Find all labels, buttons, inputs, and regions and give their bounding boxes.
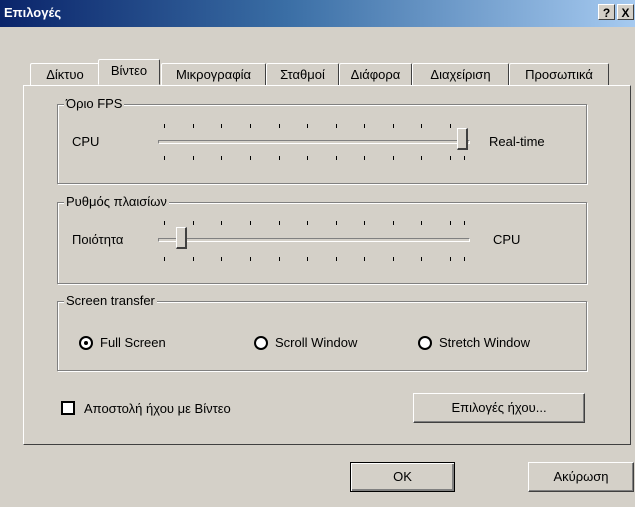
send-audio-label[interactable]: Αποστολή ήχου με Βίντεο [84, 401, 231, 417]
audio-options-button[interactable]: Επιλογές ήχου... [413, 393, 585, 423]
radio-stretch-window-button[interactable] [418, 336, 432, 350]
frame-rate-right-label: CPU [493, 232, 521, 247]
title-bar[interactable]: Επιλογές ? X [0, 0, 635, 27]
radio-full-screen-label[interactable]: Full Screen [100, 335, 166, 351]
fps-left-label: CPU [72, 134, 100, 149]
fps-right-label: Real-time [489, 134, 545, 149]
fps-slider-track [158, 140, 470, 144]
ok-button[interactable]: OK [350, 462, 455, 492]
tab-personal[interactable]: Προσωπικά [509, 63, 609, 85]
fps-slider-thumb[interactable] [457, 128, 468, 150]
radio-stretch-window-label[interactable]: Stretch Window [439, 335, 530, 351]
tab-video[interactable]: Βίντεο [98, 59, 160, 85]
options-dialog: Επιλογές ? X Δίκτυο Βίντεο Μικρογραφία Σ… [0, 0, 635, 507]
window-title: Επιλογές [4, 5, 62, 20]
tab-thumbnail[interactable]: Μικρογραφία [161, 63, 266, 85]
fps-limit-title: Όριο FPS [64, 96, 125, 112]
tab-management[interactable]: Διαχείριση [412, 63, 509, 85]
frame-rate-title: Ρυθμός πλαισίων [64, 194, 169, 210]
radio-scroll-window-label[interactable]: Scroll Window [275, 335, 357, 351]
frame-rate-slider-track [158, 238, 470, 242]
help-button[interactable]: ? [598, 4, 615, 20]
frame-rate-slider-thumb[interactable] [176, 227, 187, 249]
radio-scroll-window-button[interactable] [254, 336, 268, 350]
screen-transfer-title: Screen transfer [64, 293, 157, 309]
tab-stations[interactable]: Σταθμοί [266, 63, 339, 85]
radio-full-screen-button[interactable] [79, 336, 93, 350]
frame-rate-left-label: Ποιότητα [72, 232, 124, 247]
close-button[interactable]: X [617, 4, 634, 20]
send-audio-checkbox[interactable] [61, 401, 75, 415]
tab-misc[interactable]: Διάφορα [339, 63, 412, 85]
cancel-button[interactable]: Ακύρωση [528, 462, 634, 492]
tab-network[interactable]: Δίκτυο [30, 63, 100, 85]
